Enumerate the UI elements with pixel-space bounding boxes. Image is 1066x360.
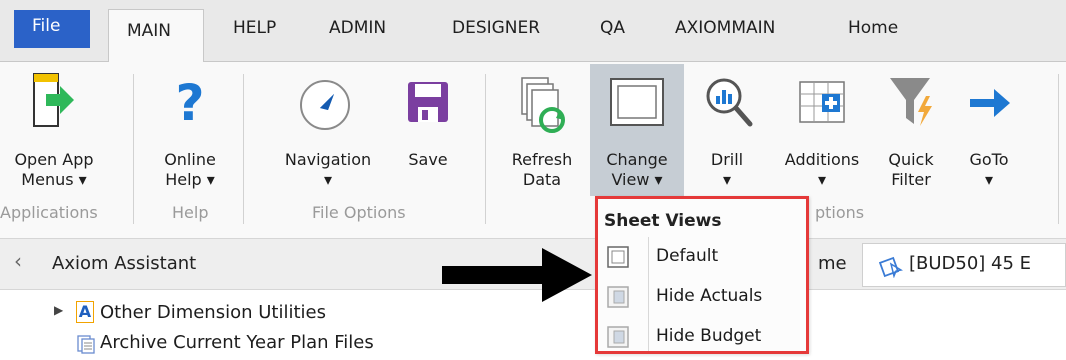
file-document-icon [77,335,95,354]
menu-item-default[interactable]: Default [598,237,806,277]
tree-item[interactable]: Archive Current Year Plan Files [76,332,456,356]
group-separator [243,74,244,224]
open-app-menus-icon [33,73,74,127]
tab-file[interactable]: File [14,10,90,48]
menu-item-label: Hide Budget [656,326,762,346]
tree-item-label: Other Dimension Utilities [100,302,326,323]
help-question-icon: ? [175,76,204,126]
open-app-menus-button[interactable]: Open App Menus ▾ [0,70,114,200]
goto-label: GoTo ▾ [969,150,1009,189]
dimension-a-icon: A [76,301,94,323]
group-label-help: Help [172,203,209,222]
group-label-applications: Applications [0,203,98,222]
drill-magnifier-icon [706,78,753,127]
ribbon-main: Open App Menus ▾ ? Online Help ▾ Navigat… [0,62,1066,238]
quick-filter-funnel-icon [890,78,932,126]
document-tab-label: [BUD50] 45 E [909,253,1032,274]
document-tab[interactable]: [BUD50] 45 E [862,243,1066,287]
tab-help[interactable]: HELP [233,18,276,38]
sheet-views-menu: Sheet Views Default Hide Actuals Hide Bu… [595,196,809,354]
group-label-options: ptions [815,203,865,222]
goto-arrow-icon [970,89,1010,117]
save-label: Save [408,150,448,169]
menu-item-label: Hide Actuals [656,286,763,306]
quick-filter-button[interactable]: Quick Filter [878,70,944,200]
navigation-button[interactable]: Navigation ▾ [268,70,388,200]
drill-label: Drill ▾ [710,150,744,189]
additions-label: Additions ▾ [784,150,860,189]
tab-home[interactable]: Home [848,18,898,38]
annotation-arrow-icon [442,248,592,302]
menu-item-hide-budget[interactable]: Hide Budget [598,317,806,357]
tab-file-label: File [32,16,61,36]
online-help-button[interactable]: ? Online Help ▾ [150,70,230,200]
group-separator [485,74,486,224]
tab-main[interactable]: MAIN [108,9,204,63]
save-disk-icon [408,82,448,122]
expand-triangle-icon[interactable]: ▶ [54,303,63,317]
ribbon-tab-bar: File MAIN HELP ADMIN DESIGNER QA AXIOMMA… [0,0,1066,63]
tab-admin[interactable]: ADMIN [329,18,386,38]
menu-item-label: Default [656,246,719,266]
refresh-data-button[interactable]: Refresh Data [504,70,580,200]
tab-designer[interactable]: DESIGNER [452,18,540,38]
tab-axiommain[interactable]: AXIOMMAIN [675,18,775,38]
additions-button[interactable]: Additions ▾ [772,70,872,200]
menu-title: Sheet Views [604,211,722,231]
refresh-data-label: Refresh Data [511,150,573,189]
tab-main-label: MAIN [127,21,172,41]
tree-item[interactable]: ▶ A Other Dimension Utilities [54,301,394,326]
tree-item-label: Archive Current Year Plan Files [100,332,374,353]
open-app-menus-label: Open App Menus ▾ [14,150,94,189]
sheet-view-icon [607,246,629,268]
change-view-icon [610,78,664,126]
svg-text:?: ? [175,76,204,126]
navigation-label: Navigation ▾ [284,150,372,189]
navigation-compass-icon [300,80,350,130]
menu-item-hide-actuals[interactable]: Hide Actuals [598,277,806,317]
change-view-button[interactable]: Change View ▾ [590,70,684,200]
sheet-view-icon [607,286,629,308]
group-label-file-options: File Options [312,203,406,222]
refresh-data-icon [521,77,565,133]
home-tab-partial[interactable]: me [818,253,847,274]
goto-button[interactable]: GoTo ▾ [956,70,1022,200]
change-view-label: Change View ▾ [606,150,668,189]
sheet-view-icon [607,326,629,348]
group-separator [133,74,134,224]
additions-grid-icon [799,81,845,123]
assistant-title: Axiom Assistant [52,253,197,274]
document-link-icon [879,256,903,278]
online-help-label: Online Help ▾ [164,150,216,189]
tab-qa[interactable]: QA [600,18,625,38]
drill-button[interactable]: Drill ▾ [692,70,762,200]
save-button[interactable]: Save [398,70,458,200]
quick-filter-label: Quick Filter [888,150,934,189]
group-separator [1058,74,1059,224]
collapse-arrow-icon[interactable]: ‹ [14,249,22,273]
